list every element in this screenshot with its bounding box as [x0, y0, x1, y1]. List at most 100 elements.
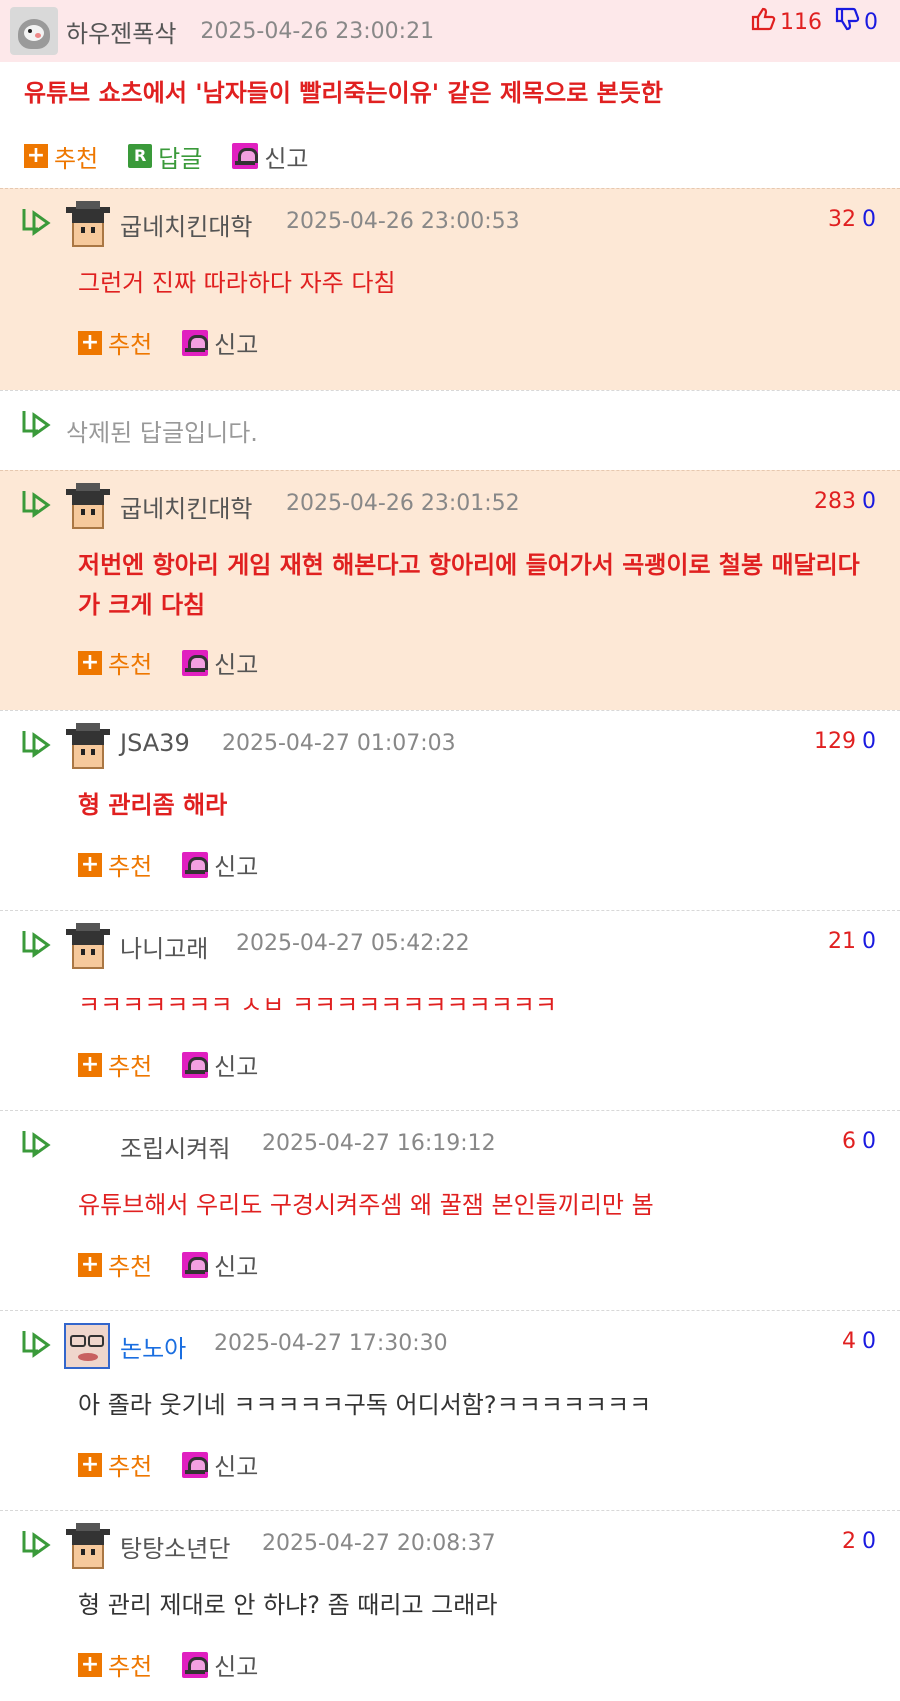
comment-author[interactable]: JSA39	[120, 729, 190, 757]
comment-actions: + 추천 신고	[78, 1247, 258, 1282]
comment-text: 유튜브해서 우리도 구경시켜주셈 왜 꿀잼 본인들끼리만 봄	[78, 1191, 654, 1219]
reply-arrow-icon	[22, 1531, 51, 1558]
comment-item: 나니고래 2025-04-27 05:42:22 21 0 ㅋㅋㅋㅋㅋㅋㅋ ㅅㅂ …	[0, 910, 900, 1110]
avatar[interactable]	[10, 7, 58, 55]
comment-item: 조립시켜줘 2025-04-27 16:19:12 60 유튜브해서 우리도 구…	[0, 1110, 900, 1310]
thumbs-up-icon[interactable]	[750, 6, 776, 38]
comment-date: 2025-04-27 01:07:03	[222, 731, 456, 756]
avatar[interactable]	[64, 1523, 112, 1571]
report-button[interactable]: 신고	[182, 1247, 258, 1282]
recommend-button[interactable]: + 추천	[24, 139, 98, 174]
report-button[interactable]: 신고	[182, 847, 258, 882]
plus-icon: +	[78, 1052, 102, 1077]
recommend-button[interactable]: + 추천	[78, 1247, 152, 1282]
recommend-button[interactable]: + 추천	[78, 325, 152, 360]
comment-author[interactable]: 나니고래	[120, 929, 208, 964]
siren-icon	[182, 1051, 209, 1078]
post-votes: 116 0	[750, 6, 878, 38]
comment-votes: 20	[842, 1529, 876, 1554]
post-body: 유튜브 쇼츠에서 '남자들이 빨리죽는이유' 같은 제목으로 본듯한	[24, 79, 663, 107]
avatar[interactable]	[64, 723, 112, 771]
comment-date: 2025-04-26 23:00:53	[286, 209, 520, 234]
recommend-button[interactable]: + 추천	[78, 847, 152, 882]
comment-date: 2025-04-27 05:42:22	[236, 931, 470, 956]
comment-actions: + 추천 신고	[78, 325, 258, 360]
comment-votes: 129 0	[814, 729, 876, 754]
comment-votes: 21 0	[828, 929, 876, 954]
comment-page: 하우젠폭삭 2025-04-26 23:00:21 116 0 유튜브 쇼츠에서…	[0, 0, 900, 1701]
reply-arrow-icon	[22, 209, 51, 236]
comment-actions: + 추천 신고	[78, 645, 258, 680]
comment-actions: + 추천 신고	[78, 1647, 258, 1682]
recommend-button[interactable]: + 추천	[78, 1047, 152, 1082]
siren-icon	[182, 1251, 209, 1278]
comment-author[interactable]: 굽네치킨대학	[120, 489, 252, 524]
reply-button[interactable]: R 답글	[128, 139, 202, 174]
comment-votes: 32 0	[828, 207, 876, 232]
downvote-count: 0	[864, 9, 878, 35]
report-button[interactable]: 신고	[232, 139, 309, 174]
plus-icon: +	[78, 650, 102, 675]
comment-votes: 60	[842, 1129, 876, 1154]
comment-author[interactable]: 조립시켜줘	[120, 1129, 230, 1164]
comment-actions: + 추천 신고	[78, 1447, 258, 1482]
plus-icon: +	[78, 852, 102, 877]
comment-item: JSA39 2025-04-27 01:07:03 129 0 형 관리좀 해라 …	[0, 710, 900, 910]
post-header: 하우젠폭삭 2025-04-26 23:00:21 116 0	[0, 0, 900, 62]
comment-date: 2025-04-26 23:01:52	[286, 491, 520, 516]
post-date: 2025-04-26 23:00:21	[200, 18, 435, 44]
comment-text: 그런거 진짜 따라하다 자주 다침	[78, 269, 396, 297]
recommend-button[interactable]: + 추천	[78, 1447, 152, 1482]
avatar[interactable]	[64, 483, 112, 531]
report-button[interactable]: 신고	[182, 645, 258, 680]
deleted-notice: 삭제된 답글입니다.	[66, 419, 258, 447]
comment-text: ㅋㅋㅋㅋㅋㅋㅋ ㅅㅂ ㅋㅋㅋㅋㅋㅋㅋㅋㅋㅋㅋㅋ	[78, 991, 557, 1011]
reply-arrow-icon	[22, 1131, 51, 1158]
siren-icon	[182, 1451, 209, 1478]
comment-date: 2025-04-27 17:30:30	[214, 1331, 448, 1356]
plus-icon: +	[78, 1452, 102, 1477]
comment-date: 2025-04-27 20:08:37	[262, 1531, 496, 1556]
report-button[interactable]: 신고	[182, 1447, 258, 1482]
reply-arrow-icon	[22, 931, 51, 958]
comment-votes: 283 0	[814, 489, 876, 514]
siren-icon	[182, 851, 209, 878]
comment-author[interactable]: 굽네치킨대학	[120, 207, 252, 242]
reply-icon: R	[128, 144, 153, 168]
comment-item: 굽네치킨대학 2025-04-26 23:00:53 32 0 그런거 진짜 따라…	[0, 188, 900, 390]
comment-item: 굽네치킨대학 2025-04-26 23:01:52 283 0 저번엔 항아리 …	[0, 470, 900, 710]
report-button[interactable]: 신고	[182, 325, 258, 360]
comment-actions: + 추천 신고	[78, 847, 258, 882]
plus-icon: +	[78, 330, 102, 355]
recommend-button[interactable]: + 추천	[78, 1647, 152, 1682]
report-button[interactable]: 신고	[182, 1647, 258, 1682]
comment-votes: 40	[842, 1329, 876, 1354]
siren-icon	[232, 143, 259, 169]
comment-date: 2025-04-27 16:19:12	[262, 1131, 496, 1156]
report-button[interactable]: 신고	[182, 1047, 258, 1082]
siren-icon	[182, 649, 209, 676]
post-author[interactable]: 하우젠폭삭	[66, 14, 176, 49]
avatar[interactable]	[64, 923, 112, 971]
plus-icon: +	[24, 144, 48, 168]
comment-author[interactable]: 논노아	[120, 1329, 186, 1364]
comment-text: 형 관리 제대로 안 하냐? 좀 때리고 그래라	[78, 1591, 498, 1619]
reply-arrow-icon	[22, 491, 51, 518]
plus-icon: +	[78, 1252, 102, 1277]
reply-arrow-icon	[22, 731, 51, 758]
comment-actions: + 추천 신고	[78, 1047, 258, 1082]
recommend-button[interactable]: + 추천	[78, 645, 152, 680]
avatar[interactable]	[64, 201, 112, 249]
deleted-comment: 삭제된 답글입니다.	[0, 390, 900, 470]
comment-text: 아 졸라 웃기네 ㅋㅋㅋㅋㅋ구독 어디서함?ㅋㅋㅋㅋㅋㅋㅋ	[78, 1391, 652, 1419]
plus-icon: +	[78, 1652, 102, 1677]
siren-icon	[182, 1651, 209, 1678]
comment-item: 논노아 2025-04-27 17:30:30 40 아 졸라 웃기네 ㅋㅋㅋㅋ…	[0, 1310, 900, 1510]
post-actions: + 추천 R 답글 신고	[0, 124, 900, 188]
comment-item: 탕탕소년단 2025-04-27 20:08:37 20 형 관리 제대로 안 …	[0, 1510, 900, 1701]
reply-arrow-icon	[22, 411, 51, 438]
thumbs-down-icon[interactable]	[834, 6, 860, 38]
comment-author[interactable]: 탕탕소년단	[120, 1529, 230, 1564]
siren-icon	[182, 329, 209, 356]
avatar[interactable]	[64, 1323, 110, 1369]
